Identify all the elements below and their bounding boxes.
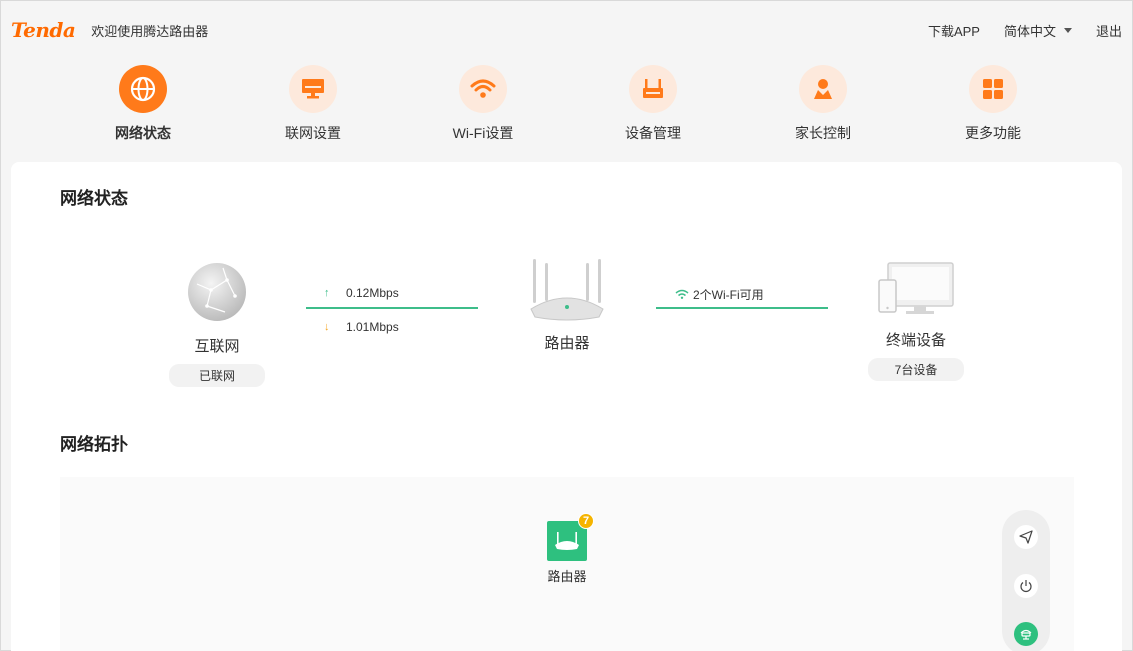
globe-icon	[119, 65, 167, 113]
network-icon[interactable]	[1014, 622, 1038, 646]
nav-label: 家长控制	[795, 125, 851, 141]
language-select[interactable]: 简体中文	[1004, 21, 1072, 40]
nav-label: 设备管理	[625, 125, 681, 141]
nav-wifi-settings[interactable]: Wi-Fi设置	[398, 65, 568, 145]
download-app-link[interactable]: 下载APP	[928, 21, 980, 40]
nav-parental-control[interactable]: 家长控制	[738, 65, 908, 145]
language-label: 简体中文	[1003, 23, 1056, 39]
nav-more-features[interactable]: 更多功能	[908, 65, 1078, 145]
router-icon	[527, 257, 607, 328]
monitor-icon	[289, 65, 337, 113]
router-icon	[629, 65, 677, 113]
topology-toolbar	[1002, 510, 1050, 651]
nav-label: 网络状态	[115, 125, 171, 141]
send-icon[interactable]	[1014, 525, 1038, 549]
header: Tenda 欢迎使用腾达路由器 下载APP 简体中文 退出	[1, 1, 1132, 59]
nav-label: 更多功能	[965, 125, 1021, 141]
network-topology-title: 网络拓扑	[60, 435, 128, 454]
internet-link-line	[306, 307, 478, 309]
download-rate: ↓ 1.01Mbps	[324, 320, 399, 334]
router-node: 路由器	[511, 257, 623, 353]
chevron-down-icon	[1063, 27, 1072, 33]
nav-label: Wi-Fi设置	[452, 125, 514, 141]
internet-label: 互联网	[194, 338, 240, 355]
terminal-devices-node[interactable]: 终端设备 7台设备	[866, 262, 966, 381]
topology-router-node[interactable]: 7 路由器	[547, 513, 594, 585]
nav-device-management[interactable]: 设备管理	[568, 65, 738, 145]
wifi-icon	[459, 65, 507, 113]
router-icon: 7	[547, 513, 594, 561]
power-icon[interactable]	[1014, 574, 1038, 598]
upload-rate: ↑ 0.12Mbps	[324, 286, 399, 300]
wifi-count: 2个Wi-Fi可用	[693, 288, 764, 302]
download-value: 1.01Mbps	[346, 320, 399, 334]
header-actions: 下载APP 简体中文 退出	[904, 21, 1122, 40]
main-card: 网络状态 互联网 已联网 ↑ 0.12Mbps ↓ 1.01Mbps 路由器 2…	[11, 162, 1122, 651]
nav-internet-settings[interactable]: 联网设置	[228, 65, 398, 145]
parent-icon	[799, 65, 847, 113]
wifi-icon	[675, 288, 689, 302]
arrow-down-icon: ↓	[324, 321, 330, 333]
internet-node: 互联网 已联网	[169, 262, 265, 387]
main-nav: 网络状态 联网设置 Wi-Fi设置 设备管理 家长控制 更多功能	[58, 65, 1078, 145]
topology-canvas[interactable]: 7 路由器	[60, 477, 1074, 651]
globe-icon	[187, 262, 247, 327]
logout-link[interactable]: 退出	[1096, 21, 1122, 40]
devices-icon	[878, 262, 954, 321]
upload-value: 0.12Mbps	[346, 286, 399, 300]
wifi-available: 2个Wi-Fi可用	[675, 286, 764, 303]
arrow-up-icon: ↑	[324, 287, 330, 299]
tenda-logo[interactable]: Tenda	[11, 18, 76, 42]
topology-router-label: 路由器	[547, 569, 587, 584]
grid-icon	[969, 65, 1017, 113]
device-count-badge: 7台设备	[868, 358, 964, 381]
device-count-badge: 7	[578, 513, 594, 529]
router-label: 路由器	[544, 335, 590, 352]
terminal-devices-label: 终端设备	[885, 332, 946, 349]
welcome-text: 欢迎使用腾达路由器	[91, 23, 209, 39]
internet-status-badge: 已联网	[169, 364, 265, 387]
network-status-title: 网络状态	[60, 189, 128, 208]
nav-network-status[interactable]: 网络状态	[58, 65, 228, 145]
wifi-link-line	[656, 307, 828, 309]
nav-label: 联网设置	[285, 125, 341, 141]
